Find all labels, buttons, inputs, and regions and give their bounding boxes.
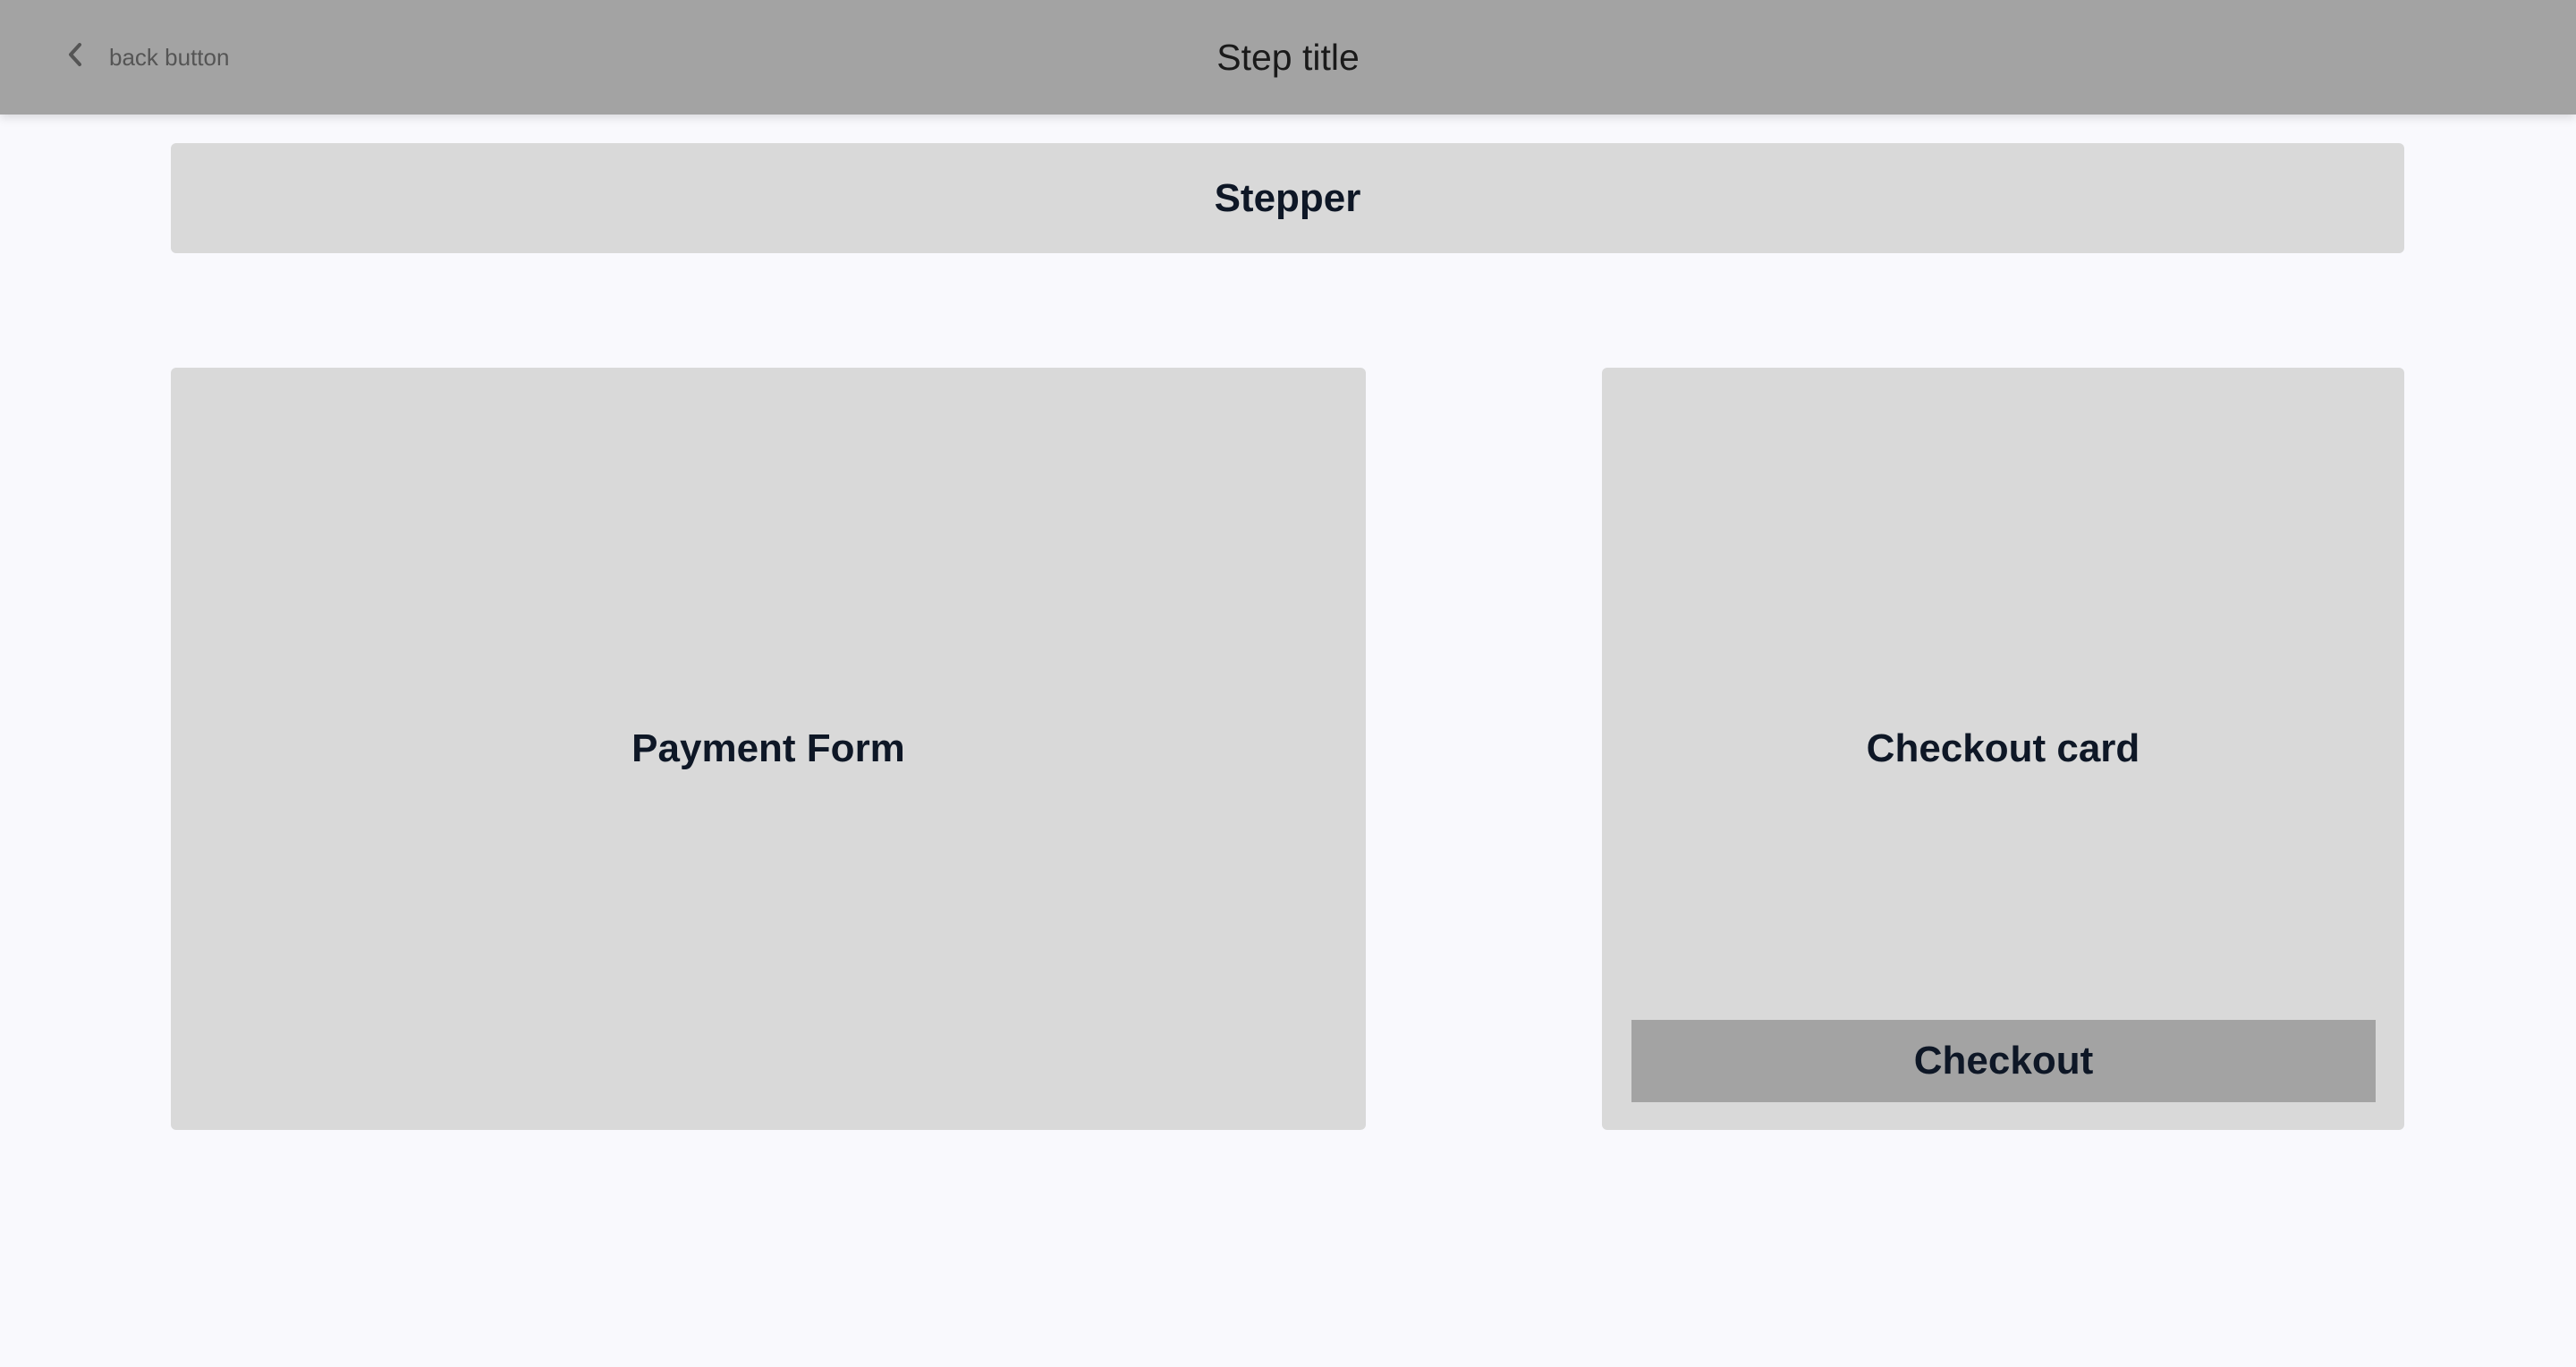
stepper: Stepper bbox=[171, 143, 2404, 253]
checkout-card-label: Checkout card bbox=[1866, 726, 2140, 770]
payment-form: Payment Form bbox=[171, 368, 1366, 1130]
top-app-bar: back button Step title bbox=[0, 0, 2576, 115]
checkout-card: Checkout card bbox=[1602, 368, 2404, 1130]
checkout-button[interactable]: Checkout bbox=[1631, 1020, 2376, 1102]
payment-form-label: Payment Form bbox=[631, 726, 905, 770]
checkout-button-label: Checkout bbox=[1913, 1039, 2094, 1083]
page-title: Step title bbox=[1216, 37, 1360, 78]
stepper-label: Stepper bbox=[1214, 175, 1361, 220]
